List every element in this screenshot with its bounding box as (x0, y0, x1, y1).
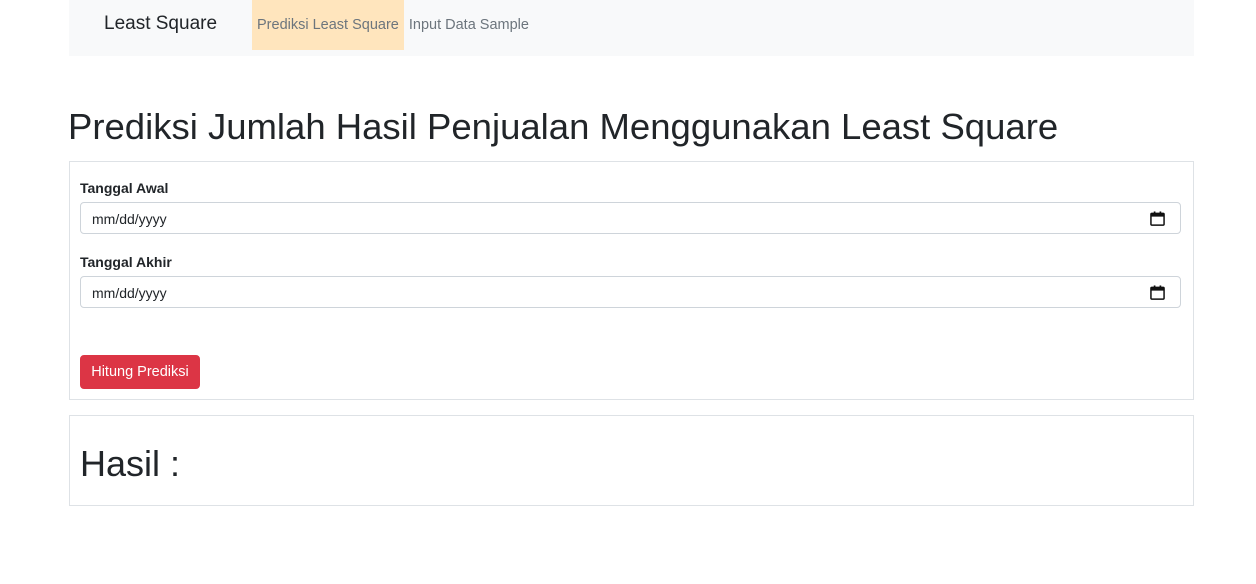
calendar-icon[interactable] (1150, 285, 1165, 300)
end-date-placeholder: mm/dd/yyyy (92, 285, 167, 301)
start-date-input[interactable]: mm/dd/yyyy (80, 202, 1181, 234)
result-card: Hasil : (69, 415, 1194, 506)
page-title: Prediksi Jumlah Hasil Penjualan Mengguna… (68, 106, 1059, 147)
prediction-form-card: Tanggal Awal mm/dd/yyyy Tanggal Akhir mm… (69, 161, 1194, 400)
end-date-label: Tanggal Akhir (80, 254, 172, 270)
navbar-brand[interactable]: Least Square (104, 13, 217, 35)
calendar-icon[interactable] (1150, 211, 1165, 226)
navbar: Least Square Prediksi Least Square Input… (69, 0, 1194, 56)
nav-links: Prediksi Least Square Input Data Sample (252, 0, 534, 50)
start-date-label: Tanggal Awal (80, 180, 169, 196)
start-date-placeholder: mm/dd/yyyy (92, 211, 167, 227)
result-heading: Hasil : (80, 443, 181, 484)
nav-link-input-data-sample[interactable]: Input Data Sample (404, 0, 534, 50)
nav-link-prediksi-least-square[interactable]: Prediksi Least Square (252, 0, 404, 50)
end-date-input[interactable]: mm/dd/yyyy (80, 276, 1181, 308)
hitung-prediksi-button[interactable]: Hitung Prediksi (80, 355, 200, 389)
